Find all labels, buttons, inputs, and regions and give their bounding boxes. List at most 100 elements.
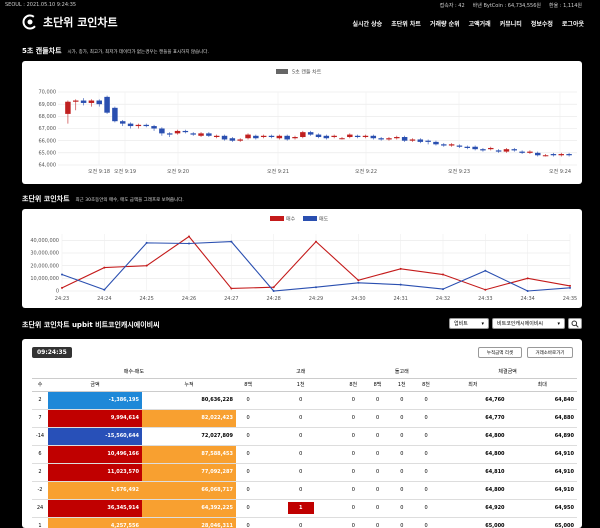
series-point bbox=[272, 286, 275, 289]
x-tick-label: 24:33 bbox=[478, 296, 492, 302]
row-dolphin-8000: 0 bbox=[413, 427, 439, 446]
row-amount: 1,676,492 bbox=[48, 481, 142, 500]
nav-large-trade[interactable]: 고액거래 bbox=[469, 19, 491, 28]
row-whale-8000: 0 bbox=[341, 391, 366, 410]
trade-table: 매수-매도 고래 돌고래 체결금액 수 금액 누적 8백 1천 8천 8백 1천… bbox=[32, 365, 577, 528]
series-point bbox=[230, 240, 233, 243]
x-tick-label: 24:25 bbox=[139, 296, 153, 302]
go-exchange-button[interactable]: 거래소바로가기 bbox=[527, 347, 573, 358]
logo[interactable]: 초단위 코인차트 bbox=[22, 14, 118, 30]
row-count: 24 bbox=[32, 499, 48, 518]
candle-body bbox=[488, 147, 494, 150]
x-tick-label: 24:24 bbox=[97, 296, 111, 302]
row-dolphin-800: 0 bbox=[365, 445, 390, 464]
row-dolphin-800: 0 bbox=[365, 481, 390, 500]
row-dolphin-8000: 0 bbox=[413, 463, 439, 482]
row-amount: -1,386,195 bbox=[48, 391, 142, 410]
coin-select[interactable]: 비트코인캐시에이비씨 ▾ bbox=[492, 318, 565, 329]
col-min: 최저 bbox=[438, 378, 508, 392]
candle-body bbox=[307, 132, 314, 135]
candle-body bbox=[166, 133, 173, 135]
row-min-price: 64,800 bbox=[438, 481, 508, 500]
row-whale-800: 0 bbox=[236, 391, 261, 410]
col-amount: 금액 bbox=[48, 378, 142, 392]
row-accumulated: 72,027,809 bbox=[142, 427, 236, 446]
x-tick-label: 오전 9:22 bbox=[355, 168, 377, 175]
group-header-buy-sell: 매수-매도 bbox=[32, 365, 236, 379]
legend-label-0: 매수 bbox=[286, 216, 296, 223]
main-nav: 실시간 상승 초단위 차트 거래량 순위 고액거래 커뮤니티 정보수정 로그아웃 bbox=[353, 19, 584, 28]
row-min-price: 65,000 bbox=[438, 517, 508, 528]
series-point bbox=[230, 287, 233, 290]
row-accumulated: 66,068,717 bbox=[142, 481, 236, 500]
col-acc: 누적 bbox=[142, 378, 236, 392]
whale-count-badge: 1 bbox=[287, 502, 314, 514]
row-whale-8000: 0 bbox=[341, 481, 366, 500]
row-min-price: 64,800 bbox=[438, 427, 508, 446]
nav-logout[interactable]: 로그아웃 bbox=[562, 19, 584, 28]
candle-body bbox=[354, 135, 361, 138]
search-button[interactable] bbox=[568, 318, 582, 329]
row-whale-8000: 0 bbox=[341, 517, 366, 528]
col-count: 수 bbox=[32, 378, 48, 392]
series-point bbox=[188, 235, 190, 238]
exchange-rate: 환율 : 1,114원 bbox=[549, 3, 582, 9]
col-d2: 1천 bbox=[389, 378, 414, 392]
row-whale-1000: 0 bbox=[260, 463, 342, 482]
group-header-row: 매수-매도 고래 돌고래 체결금액 bbox=[32, 365, 577, 379]
line-section-title: 초단위 코인차트 최근 30초동안의 매수, 매도 금액을 그래프로 보여줍니다. bbox=[22, 194, 184, 204]
row-whale-1000: 0 bbox=[260, 445, 342, 464]
line-subtitle: 최근 30초동안의 매수, 매도 금액을 그래프로 보여줍니다. bbox=[75, 198, 184, 203]
nav-edit-info[interactable]: 정보수정 bbox=[531, 19, 553, 28]
series-point bbox=[442, 288, 444, 291]
row-min-price: 64,760 bbox=[438, 391, 508, 410]
x-tick-label: 24:28 bbox=[266, 296, 280, 302]
row-whale-1000: 0 bbox=[260, 427, 342, 446]
reset-accumulated-button[interactable]: 누적금액 리셋 bbox=[478, 347, 522, 358]
table-row: 7 9,994,614 82,022,423 0 0 0 0 0 0 64,770 64,880 bbox=[32, 409, 577, 428]
row-dolphin-1000: 0 bbox=[389, 481, 414, 500]
series-point bbox=[484, 288, 487, 291]
nav-second-chart[interactable]: 초단위 차트 bbox=[391, 19, 421, 28]
group-header-dolphin: 돌고래 bbox=[365, 365, 439, 379]
y-tick-label: 40,000,000 bbox=[30, 238, 59, 244]
legend-swatch-1 bbox=[303, 216, 317, 221]
x-tick-label: 오전 9:21 bbox=[267, 168, 289, 175]
col-d1: 8백 bbox=[365, 378, 390, 392]
coin-selectors: 업비트 ▾ 비트코인캐시에이비씨 ▾ bbox=[449, 318, 582, 329]
candle-body bbox=[370, 135, 377, 139]
y-tick-label: 67,000 bbox=[39, 126, 57, 132]
row-dolphin-800: 0 bbox=[365, 499, 390, 518]
row-whale-800: 0 bbox=[236, 517, 261, 528]
candle-body bbox=[339, 138, 345, 140]
candle-body bbox=[480, 149, 486, 151]
candle-body bbox=[519, 151, 525, 153]
row-whale-8000: 0 bbox=[341, 427, 366, 446]
series-point bbox=[103, 288, 106, 291]
nav-volume-rank[interactable]: 거래량 순위 bbox=[430, 19, 460, 28]
candle-chart: 70,000 69,000 68,000 67,000 66,000 65,000 64,0… bbox=[39, 69, 577, 175]
exchange-select[interactable]: 업비트 ▾ bbox=[449, 318, 489, 329]
x-tick-label: 오전 9:18 bbox=[88, 168, 110, 175]
nav-community[interactable]: 커뮤니티 bbox=[500, 19, 522, 28]
row-dolphin-1000: 0 bbox=[389, 391, 414, 410]
series-point bbox=[442, 273, 444, 276]
series-point bbox=[569, 284, 571, 287]
row-max-price: 64,890 bbox=[507, 427, 577, 446]
y-tick-label: 20,000,000 bbox=[30, 263, 59, 269]
group-header-price: 체결금액 bbox=[438, 365, 577, 379]
table-row: 24 36,345,914 64,392,225 0 1 0 0 0 0 64,920 64,950 bbox=[32, 499, 577, 518]
sub-header-row: 수 금액 누적 8백 1천 8천 8백 1천 8천 최저 최대 bbox=[32, 378, 577, 392]
candle-body bbox=[73, 100, 79, 102]
row-dolphin-800: 0 bbox=[365, 391, 390, 410]
nav-realtime-rise[interactable]: 실시간 상승 bbox=[353, 19, 383, 28]
col-max: 최대 bbox=[507, 378, 577, 392]
row-whale-800: 0 bbox=[236, 409, 261, 428]
row-dolphin-800: 0 bbox=[365, 409, 390, 428]
group-header-whale: 고래 bbox=[236, 365, 366, 379]
row-whale-800: 0 bbox=[236, 481, 261, 500]
table-row: 2 11,023,570 77,092,287 0 0 0 0 0 0 64,810 64,910 bbox=[32, 463, 577, 482]
row-count: 2 bbox=[32, 463, 48, 482]
row-dolphin-800: 0 bbox=[365, 463, 390, 482]
candle-body bbox=[88, 100, 95, 103]
